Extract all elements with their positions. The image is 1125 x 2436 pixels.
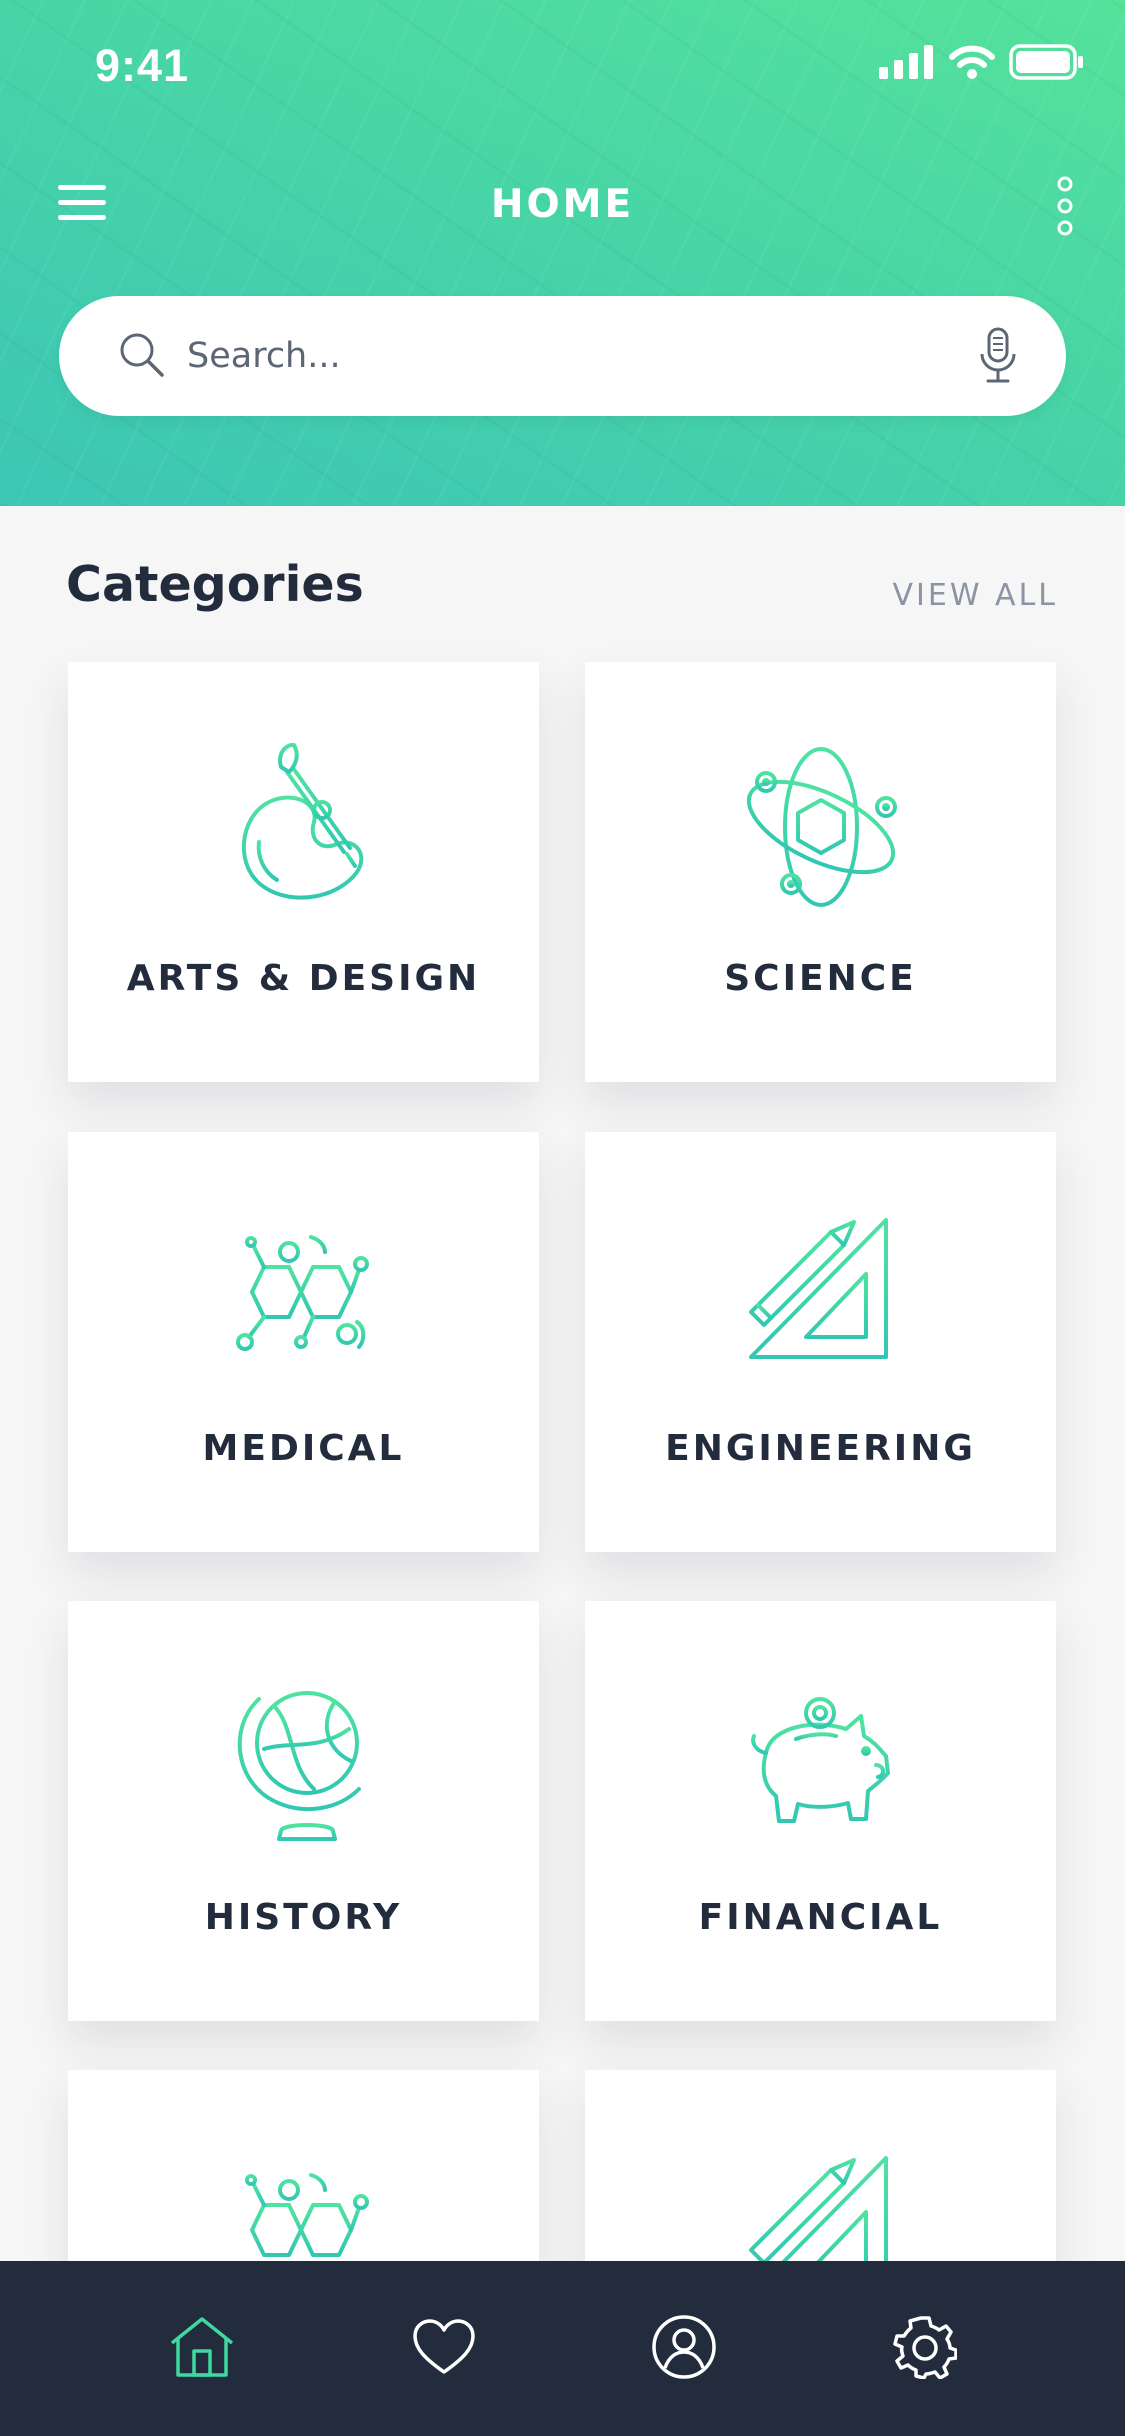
profile-icon bbox=[652, 2315, 716, 2379]
microphone-icon[interactable] bbox=[978, 326, 1018, 386]
status-icons bbox=[879, 44, 1085, 80]
home-icon bbox=[170, 2317, 234, 2377]
molecule-icon bbox=[235, 1235, 369, 1351]
search-icon bbox=[120, 333, 164, 377]
category-card-science[interactable]: SCIENCE bbox=[585, 662, 1056, 1082]
atom-icon bbox=[746, 747, 897, 907]
search-input[interactable] bbox=[187, 326, 967, 386]
tab-settings[interactable] bbox=[889, 2311, 961, 2383]
settings-gear-icon bbox=[893, 2316, 957, 2379]
globe-icon bbox=[237, 1691, 361, 1841]
piggy-bank-icon bbox=[750, 1697, 890, 1823]
category-card-arts-design[interactable]: ARTS & DESIGN bbox=[68, 662, 539, 1082]
more-vertical-icon[interactable] bbox=[1055, 176, 1075, 236]
battery-icon bbox=[1009, 44, 1083, 80]
paint-palette-icon bbox=[241, 742, 363, 900]
category-label: ARTS & DESIGN bbox=[126, 958, 481, 999]
search-bar[interactable] bbox=[59, 296, 1066, 416]
categories-title: Categories bbox=[66, 556, 364, 613]
category-label: FINANCIAL bbox=[698, 1897, 943, 1938]
ruler-pencil-icon bbox=[748, 1218, 888, 1359]
category-card-financial[interactable]: FINANCIAL bbox=[585, 1601, 1056, 2021]
heart-icon bbox=[413, 2319, 475, 2374]
tab-profile[interactable] bbox=[648, 2311, 720, 2383]
category-label: HISTORY bbox=[204, 1897, 403, 1938]
status-time: 9:41 bbox=[95, 40, 190, 91]
view-all-link[interactable]: VIEW ALL bbox=[893, 578, 1058, 613]
category-label: ENGINEERING bbox=[665, 1428, 976, 1469]
category-label: SCIENCE bbox=[724, 958, 917, 999]
category-label: MEDICAL bbox=[202, 1428, 405, 1469]
category-card-medical[interactable]: MEDICAL bbox=[68, 1132, 539, 1552]
tab-home[interactable] bbox=[166, 2311, 238, 2383]
tab-favorites[interactable] bbox=[408, 2311, 480, 2383]
header: 9:41 HOME bbox=[0, 0, 1125, 506]
category-card-engineering[interactable]: ENGINEERING bbox=[585, 1132, 1056, 1552]
tab-bar bbox=[0, 2261, 1125, 2436]
page-title: HOME bbox=[490, 182, 635, 227]
wifi-icon bbox=[949, 45, 995, 79]
signal-icon bbox=[879, 45, 933, 79]
category-card-history[interactable]: HISTORY bbox=[68, 1601, 539, 2021]
